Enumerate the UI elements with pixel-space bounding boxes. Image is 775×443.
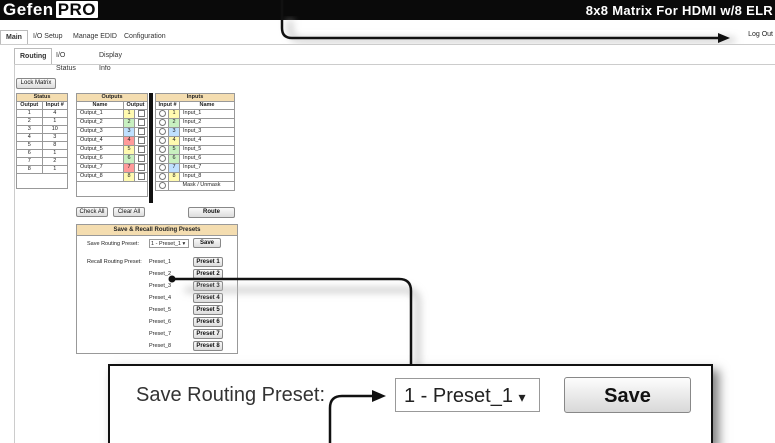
- output-row: Output_7 7: [76, 162, 148, 173]
- output-row: Output_6 6: [76, 153, 148, 164]
- route-button[interactable]: Route: [188, 207, 235, 218]
- input-radio[interactable]: [158, 118, 166, 126]
- output-checkbox[interactable]: [137, 136, 145, 144]
- status-row: 43: [16, 133, 68, 142]
- preset-name: Preset_7: [149, 331, 172, 337]
- lock-matrix-button[interactable]: Lock Matrix: [16, 78, 56, 89]
- divider: [0, 44, 775, 45]
- tab-routing[interactable]: Routing: [14, 48, 53, 64]
- input-radio[interactable]: [158, 145, 166, 153]
- presets-panel: Save & Recall Routing Presets Save Routi…: [76, 224, 238, 354]
- input-radio[interactable]: [158, 110, 166, 117]
- input-row: 6 Input_6: [155, 153, 235, 164]
- input-radio[interactable]: [158, 172, 166, 180]
- status-row: 3 10: [16, 125, 68, 134]
- page: { "header":{"logo_brand":"Gefen","logo_p…: [0, 0, 775, 443]
- input-row: 1 Input_1: [155, 109, 235, 119]
- outputs-title: Outputs: [76, 93, 148, 102]
- preset-name: Preset_1: [149, 259, 172, 265]
- input-radio[interactable]: [158, 127, 166, 135]
- clear-all-button[interactable]: Clear All: [113, 207, 145, 217]
- zoom-preset-select[interactable]: 1 - Preset_1 ▾: [395, 378, 540, 412]
- recall-preset-button[interactable]: Preset 2: [193, 269, 223, 279]
- tab-io-setup[interactable]: I/O Setup: [28, 30, 68, 43]
- mask-row: Mask / Unmask: [155, 180, 235, 191]
- outputs-table: Outputs Name Output Output_1 1 Output_2 2 Out…: [76, 93, 148, 197]
- tab-io-status[interactable]: I/O Status: [51, 49, 81, 72]
- top-bar: Gefen PRO 8x8 Matrix For HDMI w/8 ELR: [0, 0, 775, 20]
- recall-preset-button[interactable]: Preset 4: [193, 293, 223, 303]
- status-row: 14: [16, 109, 68, 118]
- preset-name: Preset_3: [149, 283, 172, 289]
- tab-configuration[interactable]: Configuration: [119, 30, 171, 43]
- status-row: 72: [16, 157, 68, 166]
- preset-name: Preset_6: [149, 319, 172, 325]
- check-all-button[interactable]: Check All: [76, 207, 108, 217]
- status-row: 58: [16, 141, 68, 150]
- matrix-divider: [149, 93, 153, 203]
- input-radio[interactable]: [158, 154, 166, 162]
- status-row: 81: [16, 165, 68, 174]
- save-preset-button[interactable]: Save: [193, 238, 221, 248]
- input-row: 8 Input_8: [155, 171, 235, 182]
- status-title: Status: [16, 93, 68, 102]
- input-row: 3 Input_3: [155, 126, 235, 137]
- output-row: Output_4 4: [76, 135, 148, 146]
- recall-preset-button[interactable]: Preset 7: [193, 329, 223, 339]
- preset-name: Preset_4: [149, 295, 172, 301]
- zoom-save-button[interactable]: Save: [564, 377, 691, 413]
- output-checkbox[interactable]: [137, 110, 145, 117]
- chevron-down-icon: ▾: [182, 241, 186, 247]
- input-row: 2 Input_2: [155, 117, 235, 128]
- inputs-table: Inputs Input # Name 1 Input_1 2 Input_2 3 Inpu…: [155, 93, 235, 191]
- output-checkbox[interactable]: [137, 172, 145, 180]
- input-row: 7 Input_7: [155, 162, 235, 173]
- gefen-pro-logo: Gefen PRO: [3, 0, 99, 19]
- zoom-save-label: Save Routing Preset:: [136, 384, 325, 406]
- recall-preset-button[interactable]: Preset 5: [193, 305, 223, 315]
- input-row: 5 Input_5: [155, 144, 235, 155]
- chevron-down-icon: ▾: [518, 389, 526, 405]
- input-radio[interactable]: [158, 136, 166, 144]
- output-row: Output_5 5: [76, 144, 148, 155]
- recall-preset-label: Recall Routing Preset:: [87, 259, 142, 265]
- mask-radio[interactable]: [158, 181, 166, 189]
- preset-name: Preset_8: [149, 343, 172, 349]
- output-checkbox[interactable]: [137, 145, 145, 153]
- output-checkbox[interactable]: [137, 118, 145, 126]
- tab-manage-edid[interactable]: Manage EDID: [68, 30, 122, 43]
- status-row: 21: [16, 117, 68, 126]
- output-checkbox[interactable]: [137, 154, 145, 162]
- status-table: Status Output Input # 1 4 2 1 3 10 4 3 5 8 6 1 7 2 8 1: [16, 93, 68, 189]
- main-tabs: Main I/O Setup Manage EDID Configuration: [0, 30, 775, 44]
- recall-preset-button[interactable]: Preset 6: [193, 317, 223, 327]
- output-checkbox[interactable]: [137, 127, 145, 135]
- input-radio[interactable]: [158, 163, 166, 171]
- preset-select[interactable]: 1 - Preset_1 ▾: [149, 239, 189, 248]
- presets-title: Save & Recall Routing Presets: [77, 225, 237, 236]
- output-checkbox[interactable]: [137, 163, 145, 171]
- output-row: Output_1 1: [76, 109, 148, 119]
- recall-preset-button[interactable]: Preset 1: [193, 257, 223, 267]
- preset-name: Preset_5: [149, 307, 172, 313]
- zoom-callout: Save Routing Preset: 1 - Preset_1 ▾ Save: [108, 364, 713, 443]
- tab-display-info[interactable]: Display Info: [94, 49, 127, 72]
- inputs-title: Inputs: [155, 93, 235, 102]
- tab-main[interactable]: Main: [0, 30, 28, 44]
- product-title: 8x8 Matrix For HDMI w/8 ELR: [585, 3, 773, 18]
- preset-name: Preset_2: [149, 271, 172, 277]
- recall-preset-button[interactable]: Preset 3: [193, 281, 223, 291]
- output-row: Output_3 3: [76, 126, 148, 137]
- output-row: Output_2 2: [76, 117, 148, 128]
- output-row: Output_8 8: [76, 171, 148, 182]
- logout-link[interactable]: Log Out: [748, 31, 773, 38]
- input-row: 4 Input_4: [155, 135, 235, 146]
- recall-preset-button[interactable]: Preset 8: [193, 341, 223, 351]
- save-preset-label: Save Routing Preset:: [87, 241, 139, 247]
- status-row: 61: [16, 149, 68, 158]
